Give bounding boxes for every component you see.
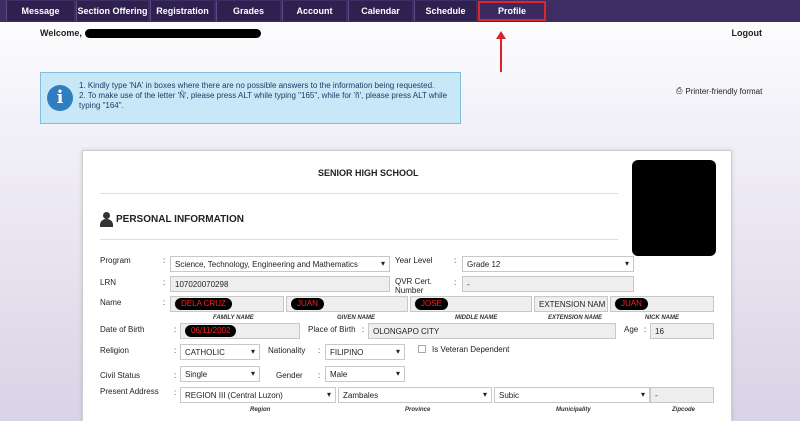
given-name-field[interactable]: JUAN: [286, 296, 408, 312]
family-name-field[interactable]: DELA CRUZ: [170, 296, 284, 312]
redacted-username: [84, 28, 261, 38]
municipality-select[interactable]: Subic: [494, 387, 650, 403]
colon: :: [174, 388, 177, 397]
dob-label: Date of Birth: [100, 325, 145, 334]
extension-name-field[interactable]: EXTENSION NAM: [534, 296, 608, 312]
colon: :: [163, 298, 166, 307]
age-label: Age: [624, 325, 639, 334]
nav-item-profile[interactable]: Profile: [478, 1, 546, 21]
given-name-value: JUAN: [291, 298, 324, 310]
middle-name-value: JOSE: [415, 298, 448, 310]
colon: :: [362, 325, 365, 334]
nav-label: Calendar: [361, 6, 400, 16]
pob-field[interactable]: OLONGAPO CITY: [368, 323, 616, 339]
nav-item-registration[interactable]: Registration: [150, 1, 214, 21]
school-title: SENIOR HIGH SCHOOL: [318, 168, 419, 178]
civil-status-select[interactable]: Single: [180, 366, 260, 382]
address-label: Present Address: [100, 387, 159, 396]
person-icon: [100, 212, 113, 227]
qvr-field[interactable]: -: [462, 276, 634, 292]
colon: :: [174, 325, 177, 334]
nav-item-schedule[interactable]: Schedule: [414, 1, 476, 21]
religion-select[interactable]: CATHOLIC: [180, 344, 260, 360]
logout-link[interactable]: Logout: [732, 28, 763, 38]
section-title: PERSONAL INFORMATION: [116, 214, 244, 225]
province-sub: Province: [405, 407, 431, 413]
municipality-sub: Municipality: [556, 407, 591, 413]
nav-label: Message: [21, 6, 60, 16]
region-sub: Region: [250, 407, 271, 413]
nav-item-section-offering[interactable]: Section Offering: [76, 1, 148, 21]
welcome-label: Welcome,: [40, 28, 82, 38]
nav-label: Grades: [232, 6, 265, 16]
civil-status-label: Civil Status: [100, 371, 141, 380]
nick-name-sub: NICK NAME: [645, 315, 679, 321]
middle-name-field[interactable]: JOSE: [410, 296, 532, 312]
divider: [100, 239, 618, 240]
family-name-sub: FAMILY NAME: [213, 315, 254, 321]
name-label: Name: [100, 298, 122, 307]
info-icon: i: [47, 85, 73, 111]
personal-info-heading: PERSONAL INFORMATION: [100, 212, 244, 227]
nav-label: Profile: [497, 6, 526, 16]
family-name-value: DELA CRUZ: [175, 298, 232, 310]
zipcode-field[interactable]: -: [650, 387, 714, 403]
nick-name-field[interactable]: JUAN: [610, 296, 714, 312]
nav-label: Section Offering: [77, 6, 148, 16]
profile-photo: [632, 160, 716, 256]
colon: :: [454, 256, 457, 265]
welcome-text: Welcome,: [40, 28, 261, 38]
colon: :: [454, 278, 457, 287]
nav-item-message[interactable]: Message: [6, 1, 74, 21]
nationality-label: Nationality: [268, 346, 306, 355]
nav-label: Registration: [156, 6, 209, 16]
extension-name-sub: EXTENSION NAME: [548, 315, 603, 321]
dob-field[interactable]: 06/11/2002: [180, 323, 300, 339]
year-level-label: Year Level: [395, 256, 433, 265]
lrn-field[interactable]: 107020070298: [170, 276, 390, 292]
printer-icon: ⎙: [676, 86, 683, 95]
nick-name-value: JUAN: [615, 298, 648, 310]
printer-friendly-link[interactable]: ⎙ Printer-friendly format: [676, 86, 762, 96]
region-select[interactable]: REGION III (Central Luzon): [180, 387, 336, 403]
colon: :: [163, 278, 166, 287]
nav-item-grades[interactable]: Grades: [216, 1, 280, 21]
zipcode-sub: Zipcode: [672, 407, 696, 413]
notice-line-1: 1. Kindly type 'NA' in boxes where there…: [79, 81, 435, 90]
colon: :: [174, 371, 177, 380]
nav-item-calendar[interactable]: Calendar: [348, 1, 412, 21]
veteran-label: Is Veteran Dependent: [432, 345, 510, 354]
colon: :: [644, 325, 647, 334]
colon: :: [163, 256, 166, 265]
nav-label: Account: [296, 6, 333, 16]
nav-item-account[interactable]: Account: [282, 1, 346, 21]
nav-label: Schedule: [425, 6, 466, 16]
qvr-label: QVR Cert. Number: [395, 277, 432, 295]
top-nav: Message Section Offering Registration Gr…: [0, 0, 800, 22]
red-arrow-line: [500, 36, 502, 72]
age-field[interactable]: 16: [650, 323, 714, 339]
veteran-checkbox[interactable]: [418, 345, 426, 353]
colon: :: [174, 346, 177, 355]
gender-select[interactable]: Male: [325, 366, 405, 382]
colon: :: [318, 371, 321, 380]
religion-label: Religion: [100, 346, 129, 355]
nationality-select[interactable]: FILIPINO: [325, 344, 405, 360]
program-select[interactable]: Science, Technology, Engineering and Mat…: [170, 256, 390, 272]
province-select[interactable]: Zambales: [338, 387, 492, 403]
middle-name-sub: MIDDLE NAME: [455, 315, 498, 321]
program-label: Program: [100, 256, 131, 265]
divider: [100, 193, 618, 194]
year-level-select[interactable]: Grade 12: [462, 256, 634, 272]
dob-value: 06/11/2002: [185, 325, 237, 337]
colon: :: [318, 346, 321, 355]
given-name-sub: GIVEN NAME: [337, 315, 376, 321]
notice-line-2: 2. To make use of the letter 'Ñ', please…: [79, 91, 448, 110]
gender-label: Gender: [276, 371, 303, 380]
lrn-label: LRN: [100, 278, 117, 287]
printer-label: Printer-friendly format: [685, 86, 763, 96]
pob-label: Place of Birth: [308, 325, 356, 334]
notice-box: i 1. Kindly type 'NA' in boxes where the…: [40, 72, 461, 124]
